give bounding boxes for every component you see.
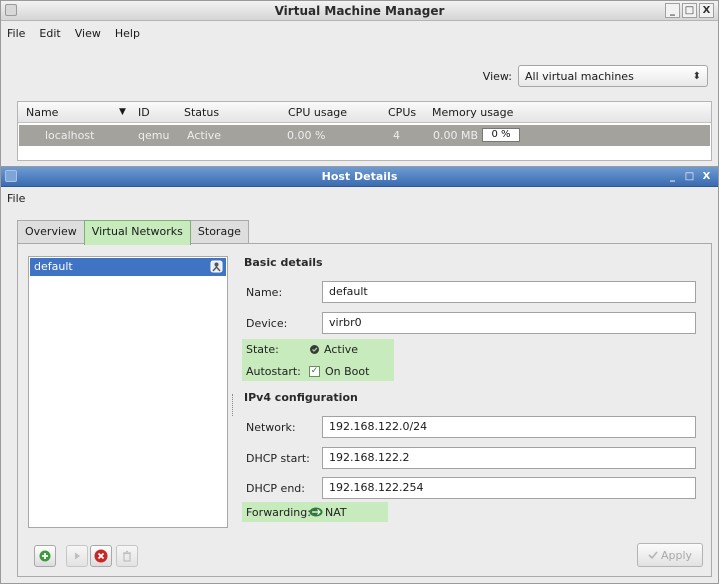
menu-view[interactable]: View	[75, 27, 101, 40]
vm-name: localhost	[45, 129, 95, 142]
network-name: default	[34, 260, 73, 273]
close-button[interactable]: X	[699, 3, 714, 18]
virtual-networks-panel: default Basic details Name: default Devi…	[17, 243, 712, 577]
memory-usage-bar: 0 %	[482, 128, 520, 142]
autostart-value: On Boot	[325, 365, 370, 378]
host-tabs: Overview Virtual Networks Storage	[17, 220, 249, 245]
col-header-name[interactable]: Name	[26, 106, 58, 119]
vmm-window-controls: _ □ X	[665, 3, 714, 18]
host-title: Host Details	[321, 170, 398, 183]
dhcp-end-label: DHCP end:	[246, 482, 305, 495]
col-header-status[interactable]: Status	[184, 106, 219, 119]
menu-file[interactable]: File	[7, 192, 25, 205]
dhcp-start-label: DHCP start:	[246, 452, 310, 465]
apply-button[interactable]: Apply	[637, 543, 703, 567]
app-icon[interactable]	[5, 170, 17, 182]
autostart-label: Autostart:	[246, 365, 301, 378]
ipv4-title: IPv4 configuration	[244, 391, 358, 404]
vmm-titlebar[interactable]: Virtual Machine Manager _ □ X	[1, 1, 718, 21]
device-field[interactable]: virbr0	[322, 312, 696, 334]
network-icon	[210, 260, 223, 273]
view-select[interactable]: All virtual machines ⬍	[518, 65, 708, 87]
autostart-checkbox[interactable]: ✓	[309, 366, 320, 377]
table-row[interactable]: localhost qemu Active 0.00 % 4 0.00 MB 0…	[19, 125, 710, 146]
device-label: Device:	[246, 317, 288, 330]
forwarding-value: NAT	[325, 506, 347, 519]
vmm-window: Virtual Machine Manager _ □ X File Edit …	[0, 0, 719, 168]
view-select-value: All virtual machines	[525, 69, 634, 83]
vm-cpu-usage: 0.00 %	[287, 129, 326, 142]
dhcp-start-field[interactable]: 192.168.122.2	[322, 447, 696, 469]
state-label: State:	[246, 343, 279, 356]
maximize-button[interactable]: □	[682, 3, 697, 18]
col-header-cpu-usage[interactable]: CPU usage	[288, 106, 347, 119]
add-network-icon	[39, 550, 51, 562]
name-field[interactable]: default	[322, 281, 696, 303]
stop-network-icon	[94, 549, 108, 563]
state-icon	[310, 345, 319, 354]
tab-overview[interactable]: Overview	[17, 220, 85, 244]
minimize-button[interactable]: _	[665, 169, 680, 184]
menu-edit[interactable]: Edit	[39, 27, 60, 40]
forwarding-label: Forwarding:	[246, 506, 311, 519]
vm-status: Active	[187, 129, 222, 142]
state-value: Active	[324, 343, 359, 356]
host-titlebar[interactable]: Host Details _ □ X	[1, 167, 718, 187]
name-label: Name:	[246, 286, 283, 299]
start-network-button[interactable]	[66, 545, 88, 567]
host-menubar: File	[1, 188, 718, 208]
minimize-button[interactable]: _	[665, 3, 680, 18]
view-filter: View: All virtual machines ⬍	[483, 65, 708, 87]
vmm-menubar: File Edit View Help	[1, 23, 718, 43]
updown-arrow-icon: ⬍	[692, 70, 701, 82]
pane-splitter[interactable]	[232, 394, 234, 416]
start-network-icon	[75, 552, 80, 560]
add-network-button[interactable]	[34, 545, 56, 567]
nat-icon	[309, 507, 323, 517]
col-header-id[interactable]: ID	[138, 106, 150, 119]
menu-help[interactable]: Help	[115, 27, 140, 40]
network-list[interactable]: default	[28, 256, 228, 528]
network-label: Network:	[246, 421, 296, 434]
close-button[interactable]: X	[699, 169, 714, 184]
tab-storage[interactable]: Storage	[189, 220, 249, 244]
view-label: View:	[482, 69, 512, 83]
network-field[interactable]: 192.168.122.0/24	[322, 416, 696, 438]
vm-table: Name ▼ ID Status CPU usage CPUs Memory u…	[17, 101, 712, 161]
tab-virtual-networks[interactable]: Virtual Networks	[83, 220, 191, 245]
maximize-button[interactable]: □	[682, 169, 697, 184]
apply-icon	[648, 551, 658, 560]
basic-details-title: Basic details	[244, 256, 323, 269]
col-header-cpus[interactable]: CPUs	[388, 106, 416, 119]
delete-network-icon	[123, 550, 131, 562]
vm-table-header: Name ▼ ID Status CPU usage CPUs Memory u…	[18, 102, 711, 123]
host-window-controls: _ □ X	[665, 169, 714, 184]
apply-label: Apply	[660, 548, 693, 562]
stop-network-button[interactable]	[90, 545, 112, 567]
sort-down-icon[interactable]: ▼	[119, 107, 126, 117]
host-details-window: Host Details _ □ X File Overview Virtual…	[0, 166, 719, 584]
app-icon[interactable]	[5, 4, 17, 16]
vm-memory-text: 0.00 MB	[433, 129, 479, 142]
vm-id: qemu	[138, 129, 170, 142]
col-header-memory-usage[interactable]: Memory usage	[432, 106, 513, 119]
dhcp-end-field[interactable]: 192.168.122.254	[322, 477, 696, 499]
list-item[interactable]: default	[30, 258, 226, 276]
vm-cpus: 4	[393, 129, 400, 142]
delete-network-button[interactable]	[116, 545, 138, 567]
vmm-title: Virtual Machine Manager	[274, 3, 445, 18]
menu-file[interactable]: File	[7, 27, 25, 40]
